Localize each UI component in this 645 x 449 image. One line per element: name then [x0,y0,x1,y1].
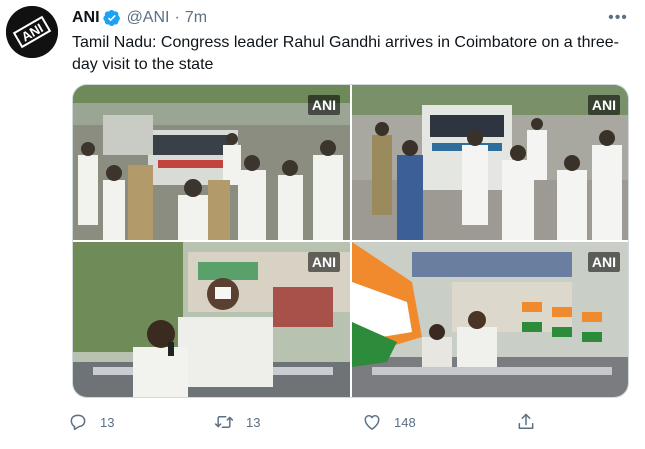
more-options-icon[interactable]: ••• [606,8,630,28]
verified-badge-icon [102,9,120,26]
media-photo-4[interactable]: ANI [352,242,628,397]
tweet-card[interactable]: ANI ANI @ANI · 7m ••• Tamil Nadu: Congre… [0,0,645,449]
media-photo-3[interactable]: ANI [73,242,350,397]
ani-logo-icon: ANI [6,6,58,58]
reply-count: 13 [100,414,115,430]
share-icon [518,413,534,429]
media-grid: ANI ANI ANI ANI [72,84,629,398]
retweet-button[interactable]: 13 [214,408,260,436]
media-photo-2[interactable]: ANI [352,85,628,240]
ani-watermark: ANI [587,95,620,115]
like-count: 148 [394,414,416,430]
share-button[interactable] [516,408,548,436]
like-button[interactable]: 148 [362,408,416,436]
ani-watermark: ANI [307,95,340,115]
tweet-header: ANI @ANI · 7m [72,8,207,28]
retweet-count: 13 [246,414,261,430]
author-name[interactable]: ANI [72,9,100,27]
timestamp[interactable]: 7m [185,9,207,27]
avatar[interactable]: ANI [6,6,58,58]
reply-icon [70,414,86,431]
media-photo-1[interactable]: ANI [73,85,350,240]
reply-button[interactable]: 13 [68,408,114,436]
tweet-text: Tamil Nadu: Congress leader Rahul Gandhi… [72,34,619,73]
tweet-actions: 13 13 148 [66,408,546,436]
ani-watermark: ANI [307,252,340,272]
heart-icon [364,415,380,430]
author-handle[interactable]: @ANI [127,9,170,27]
separator-dot: · [174,9,180,26]
ani-watermark: ANI [587,252,620,272]
retweet-icon [214,416,234,428]
